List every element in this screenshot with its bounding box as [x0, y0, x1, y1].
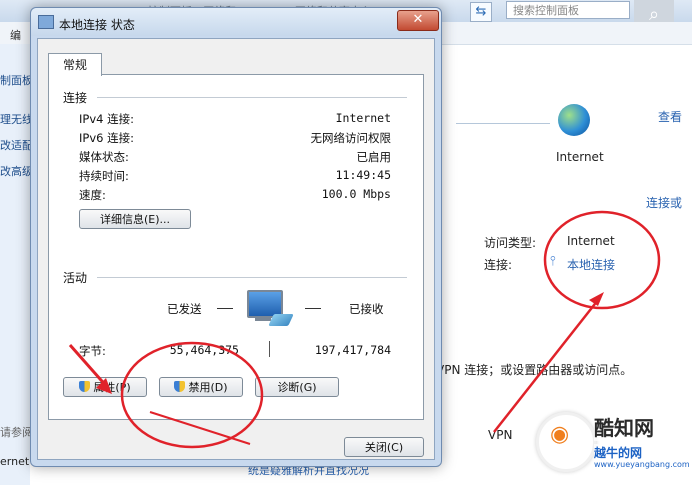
disable-button[interactable]: 禁用(D) — [159, 377, 243, 397]
ipv4-label: IPv4 连接: — [79, 112, 134, 126]
local-connection-status-dialog: 本地连接 状态 ✕ 常规 连接 IPv4 连接: Internet IPv6 连… — [30, 7, 442, 467]
activity-section-title: 活动 — [63, 271, 88, 285]
sidebar-link-adapter[interactable]: 改适配 — [0, 137, 33, 153]
connections-label: 连接: — [484, 258, 513, 272]
wifi-icon: ◉ — [550, 422, 570, 447]
close-icon[interactable]: ✕ — [397, 10, 439, 31]
local-connection-link[interactable]: 本地连接 — [567, 256, 615, 273]
vpn-description: VPN — [488, 428, 513, 442]
tab-general[interactable]: 常规 — [48, 53, 102, 76]
sent-dash — [217, 308, 233, 309]
refresh-icon[interactable]: ⇆ — [470, 2, 492, 22]
view-full-map-link[interactable]: 查看 — [658, 108, 682, 125]
dialog-title: 本地连接 状态 — [59, 18, 135, 32]
dialog-body: 常规 连接 IPv4 连接: Internet IPv6 连接: 无网络访问权限… — [37, 38, 435, 460]
shield-icon — [174, 381, 186, 392]
details-button[interactable]: 详细信息(E)... — [79, 209, 191, 229]
close-button[interactable]: 关闭(C) — [344, 437, 424, 457]
sidebar-link-advanced[interactable]: 改高级 — [0, 163, 33, 179]
sidebar-link-wireless[interactable]: 理无线 — [0, 111, 33, 127]
duration-value: 11:49:45 — [335, 168, 391, 182]
watermark-title: 酷知网 — [594, 412, 654, 441]
bytes-received: 197,417,784 — [314, 343, 391, 357]
setup-connection-description: VPN 连接；或设置路由器或访问点。 — [436, 363, 633, 377]
media-state-value: 已启用 — [356, 150, 392, 164]
ipv6-value: 无网络访问权限 — [310, 131, 392, 145]
access-type-value: Internet — [567, 234, 615, 248]
shield-icon — [79, 381, 91, 392]
access-type-label: 访问类型: — [484, 236, 537, 250]
media-state-label: 媒体状态: — [79, 150, 129, 164]
menu-edit[interactable]: 编 — [10, 27, 21, 43]
received-label: 已接收 — [349, 302, 384, 316]
connect-or-disconnect-link[interactable]: 连接或 — [646, 194, 682, 211]
watermark-url: www.yueyangbang.com — [594, 460, 690, 469]
received-dash — [305, 308, 321, 309]
section-divider — [97, 277, 407, 278]
properties-button[interactable]: 属性(P) — [63, 377, 147, 397]
search-input[interactable]: 搜索控制面板 — [506, 1, 630, 19]
diagnose-button[interactable]: 诊断(G) — [255, 377, 339, 397]
connection-section-title: 连接 — [63, 91, 88, 105]
disable-label: 禁用(D) — [188, 381, 228, 394]
watermark-subtitle: 越牛的网 — [594, 444, 643, 461]
watermark: ◉ 酷知网 越牛的网 www.yueyangbang.com — [536, 406, 690, 478]
network-map-line — [456, 123, 550, 124]
ipv4-value: Internet — [335, 111, 391, 125]
speed-value: 100.0 Mbps — [321, 187, 391, 201]
tab-panel: 连接 IPv4 连接: Internet IPv6 连接: 无网络访问权限 媒体… — [48, 74, 424, 420]
network-activity-icon — [241, 290, 295, 334]
cable-icon — [268, 314, 294, 326]
duration-label: 持续时间: — [79, 169, 129, 183]
speed-label: 速度: — [79, 188, 106, 202]
globe-label: Internet — [556, 150, 604, 164]
section-divider — [97, 97, 407, 98]
monitor-stand — [255, 317, 271, 321]
globe-icon — [558, 104, 590, 136]
ethernet-icon: ⫯ — [550, 254, 556, 269]
sent-label: 已发送 — [167, 302, 202, 316]
internet-options-link[interactable]: ernet — [0, 455, 29, 468]
see-also-label: 请参阅 — [0, 426, 33, 439]
properties-label: 属性(P) — [93, 381, 131, 394]
ipv6-label: IPv6 连接: — [79, 131, 134, 145]
network-adapter-icon — [38, 15, 54, 29]
sidebar-link-control-panel[interactable]: 制面板 — [0, 72, 33, 88]
